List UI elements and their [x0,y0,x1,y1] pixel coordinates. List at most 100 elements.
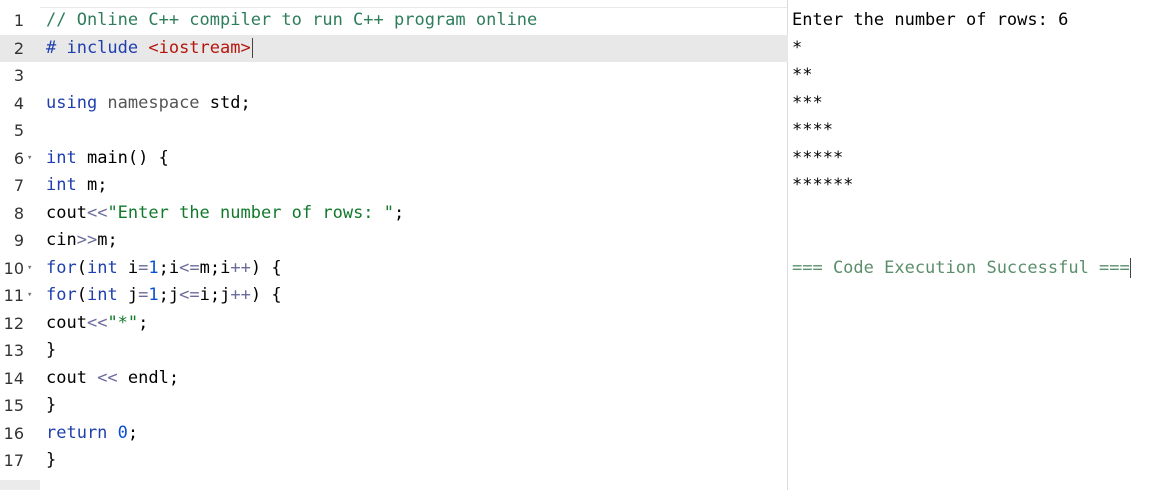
code-token: int [86,257,128,278]
output-line: Enter the number of rows: 6 [792,10,1069,30]
code-text: // Online C++ compiler to run C++ progra… [46,7,537,35]
code-token: 0 [117,422,128,443]
fold-arrow-icon[interactable]: ▾ [27,145,32,173]
line-number: 6 [13,148,24,168]
code-text: } [46,447,56,475]
output-line: ** [792,65,813,85]
line-number: 12 [3,313,24,333]
code-token: ; [138,312,149,333]
code-token: cout [46,312,87,333]
text-cursor [251,37,253,58]
line-number: 13 [3,341,24,360]
code-text: } [46,392,56,420]
code-line[interactable]: 12 cout<<"*"; [0,310,788,338]
code-token: ; [127,422,139,443]
code-token: 1 [148,257,159,278]
code-token: for [46,285,77,305]
line-number: 16 [3,423,24,443]
code-text: int m; [46,172,107,200]
code-line[interactable]: 10 ▾ for(int i=1;i<=m;i++) { [0,255,788,283]
code-text: } [46,337,56,365]
code-token: "Enter the number of rows: " [107,202,395,223]
code-token: ++ [230,257,251,278]
code-text: cout<<"Enter the number of rows: "; [46,200,404,228]
gutter-scroll-region [0,480,40,490]
code-token: # include [46,37,149,58]
line-number: 5 [13,121,24,140]
output-line: * [792,37,803,58]
code-token: ( [76,257,87,278]
code-token: cin [46,230,77,250]
code-token: ) { [250,285,282,305]
line-number: 7 [13,176,24,195]
code-token: namespace [107,92,210,113]
code-token: j [127,285,139,305]
code-token: ( [76,285,87,305]
code-token: } [46,340,57,360]
code-line[interactable]: 1 // Online C++ compiler to run C++ progr… [0,7,788,35]
code-token: = [138,257,149,278]
output-line: *** [792,92,823,113]
fold-arrow-icon[interactable]: ▾ [27,255,32,283]
code-line[interactable]: 11 ▾ for(int j=1;j<=i;j++) { [0,282,788,310]
code-line[interactable]: 3 [0,62,788,90]
code-line[interactable]: 4 using namespace std; [0,90,788,118]
code-line[interactable]: 17} [0,447,788,475]
code-token: main() { [86,147,169,168]
code-token: m; [86,175,108,195]
code-token: 1 [148,285,159,305]
line-number: 8 [13,203,24,223]
code-token: m;i [199,257,231,278]
code-token: cout [46,202,87,223]
code-line[interactable]: 16 return 0; [0,420,788,448]
code-token: ;j [158,285,180,305]
code-line[interactable]: 2 # include <iostream> [0,34,788,63]
fold-arrow-icon[interactable]: ▾ [27,282,32,310]
code-text: # include <iostream> [46,35,253,63]
code-text: for(int i=1;i<=m;i++) { [46,255,282,283]
execution-status: === Code Execution Successful === [792,257,1131,278]
code-token: <iostream> [148,37,251,58]
code-line[interactable]: 9 cin>>m; [0,227,788,255]
code-line[interactable]: 15} [0,392,788,420]
code-token: int [86,285,128,305]
code-token: "*" [107,312,139,333]
code-token: ++ [230,285,251,305]
code-line[interactable]: 5 [0,117,788,145]
code-token: int [46,147,87,168]
code-text: using namespace std; [46,90,251,118]
code-token: return [46,422,118,443]
code-text: cin>>m; [46,227,118,255]
code-line[interactable]: 14 cout << endl; [0,365,788,393]
code-text: int main() { [46,145,169,173]
code-token: <= [179,257,200,278]
code-line[interactable]: 7 int m; [0,172,788,200]
code-line[interactable]: 6 ▾ int main() { [0,145,788,173]
code-token: std; [209,92,251,113]
code-token: = [138,285,149,305]
code-editor[interactable]: 1 // Online C++ compiler to run C++ progr… [0,0,788,490]
line-number: 15 [3,396,24,415]
code-token: cout [46,367,98,388]
code-line[interactable]: 8 cout<<"Enter the number of rows: "; [0,200,788,228]
code-token: // Online C++ compiler to run C++ progra… [46,10,538,30]
code-token: using [46,92,108,113]
code-text: cout<<"*"; [46,310,148,338]
line-number: 2 [13,38,24,58]
line-number: 14 [3,368,24,388]
code-token: for [46,257,77,278]
code-line[interactable]: 13} [0,337,788,365]
code-token: >> [76,230,98,250]
code-token: endl; [127,367,180,388]
line-number: 4 [13,93,24,113]
line-number: 17 [3,451,24,470]
code-token: <= [179,285,200,305]
code-token: ) { [250,257,282,278]
output-line: **** [792,120,833,140]
line-number: 3 [13,66,24,85]
output-cursor [1129,257,1131,278]
code-token: ; [394,202,405,223]
output-line: ****** [792,175,854,195]
output-panel: Enter the number of rows: 6 * ** *** **** ***… [788,0,1149,490]
line-number: 11 [3,286,24,305]
